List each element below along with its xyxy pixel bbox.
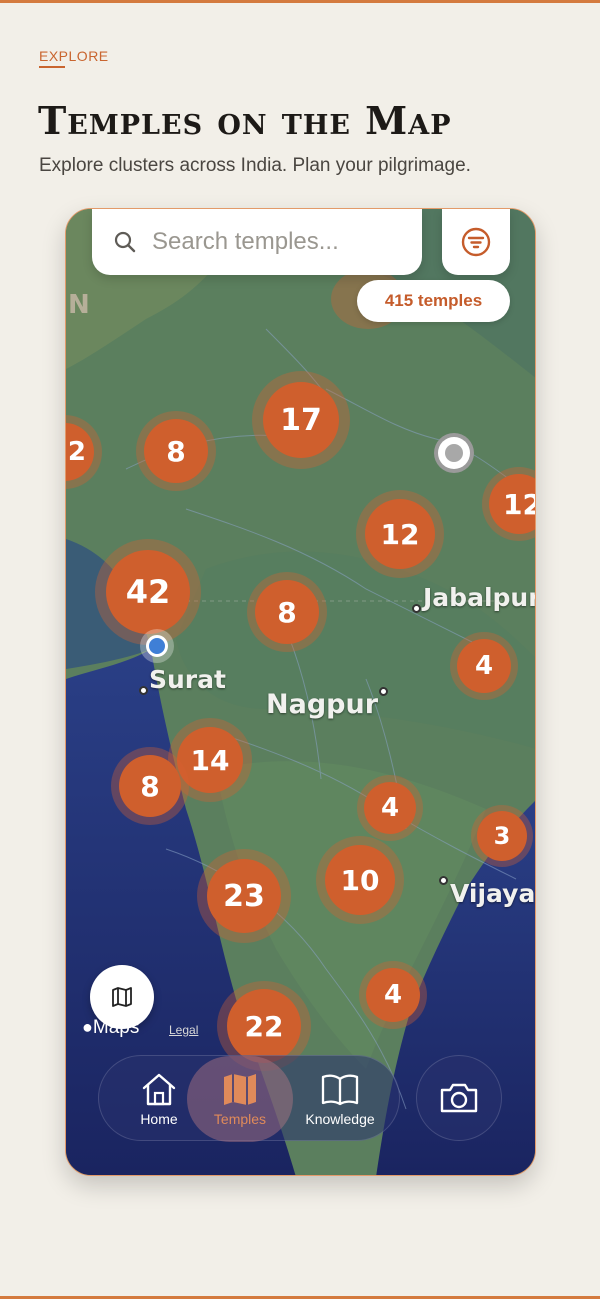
svg-text:N: N	[68, 290, 90, 320]
cluster-marker[interactable]: 3	[471, 805, 533, 867]
page-title: Temples on the Map	[38, 98, 452, 143]
cluster-marker[interactable]: 4	[450, 632, 518, 700]
apple-logo-icon: ●	[82, 1017, 93, 1037]
map-icon	[110, 985, 134, 1009]
city-dot-surat	[139, 686, 148, 695]
cluster-count: 4	[366, 968, 420, 1022]
cluster-count: 42	[106, 550, 190, 634]
book-icon	[320, 1071, 360, 1107]
cluster-count: 4	[364, 782, 416, 834]
tab-temples-label: Temples	[213, 1111, 267, 1127]
filter-icon	[460, 226, 492, 258]
city-dot-jabalpur	[412, 604, 421, 613]
home-icon	[139, 1071, 179, 1107]
top-rule	[0, 0, 600, 3]
city-label-nagpur: Nagpur	[266, 689, 379, 720]
camera-icon	[438, 1081, 480, 1115]
cluster-marker[interactable]: 12	[356, 490, 444, 578]
cluster-count: 23	[207, 859, 281, 933]
camera-button[interactable]	[416, 1055, 502, 1141]
map-icon	[220, 1071, 260, 1107]
cluster-count: 12	[365, 499, 435, 569]
cluster-count: 22	[227, 989, 301, 1063]
maps-attribution-label: Maps	[92, 1017, 140, 1038]
cluster-count: 8	[119, 755, 181, 817]
city-label-surat: Surat	[149, 665, 226, 694]
phone-frame: N 17 8 12 42 8 4 14 8 4 3 23 10 4 22 12 …	[65, 208, 536, 1176]
city-dot-nagpur	[379, 687, 388, 696]
cluster-count: 4	[457, 639, 511, 693]
location-pin-icon[interactable]	[434, 433, 474, 473]
search-bar[interactable]: Search temples...	[92, 209, 422, 275]
cluster-count: 2	[66, 423, 94, 481]
tab-knowledge-label: Knowledge	[305, 1111, 375, 1127]
cluster-count: 8	[255, 580, 319, 644]
filter-button[interactable]	[442, 209, 510, 275]
cluster-count: 10	[325, 845, 395, 915]
cluster-marker[interactable]: 8	[136, 411, 216, 491]
cluster-count: 8	[144, 419, 208, 483]
current-location-icon	[140, 629, 174, 663]
cluster-marker[interactable]: 4	[359, 961, 427, 1029]
tab-bar: Home Temples Knowledge	[98, 1055, 400, 1142]
maps-attribution: ●Maps	[82, 1017, 139, 1039]
tab-home-label: Home	[140, 1111, 178, 1127]
tab-knowledge[interactable]: Knowledge	[289, 1056, 391, 1142]
cluster-marker[interactable]: 10	[316, 836, 404, 924]
temple-count-badge: 415 temples	[357, 280, 510, 322]
city-label-jabalpur: Jabalpur	[423, 583, 536, 612]
search-input[interactable]: Search temples...	[152, 228, 339, 256]
cluster-marker[interactable]: 8	[111, 747, 189, 825]
city-label-vijayawada: Vijayawada	[450, 879, 536, 908]
tab-temples[interactable]: Temples	[187, 1056, 293, 1142]
cluster-marker[interactable]: 42	[95, 539, 201, 645]
cluster-marker[interactable]: 4	[357, 775, 423, 841]
eyebrow-underline	[39, 66, 65, 68]
legal-link[interactable]: Legal	[169, 1023, 198, 1037]
cluster-marker[interactable]: 23	[197, 849, 291, 943]
cluster-count: 3	[477, 811, 527, 861]
section-eyebrow: EXPLORE	[39, 48, 109, 64]
search-icon	[114, 231, 136, 253]
cluster-marker[interactable]: 17	[252, 371, 350, 469]
cluster-count: 12	[489, 474, 535, 534]
page-subtitle: Explore clusters across India. Plan your…	[39, 155, 471, 176]
cluster-count: 17	[263, 382, 339, 458]
city-dot-vijayawada	[439, 876, 448, 885]
cluster-marker[interactable]: 8	[247, 572, 327, 652]
